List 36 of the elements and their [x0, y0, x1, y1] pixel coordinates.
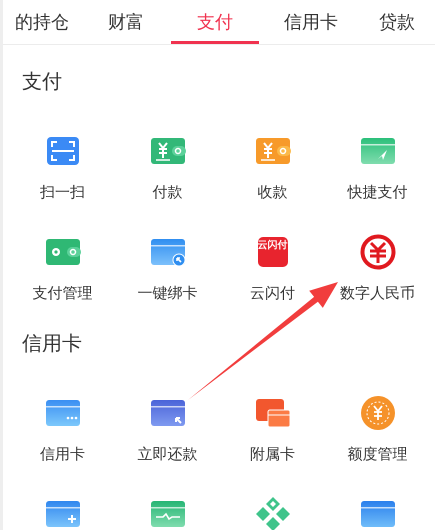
gear-wallet-icon[interactable]	[44, 238, 80, 266]
menu-item-label[interactable]: 快捷支付	[348, 182, 408, 202]
menu-item-label[interactable]: 收款	[258, 182, 288, 202]
diamond-grid-icon[interactable]	[254, 496, 290, 530]
menu-item-label[interactable]: 信用卡	[40, 444, 85, 464]
yuan-coin-icon[interactable]	[360, 395, 396, 431]
tab[interactable]: 支付	[171, 0, 259, 44]
card-send-icon[interactable]	[360, 137, 396, 165]
tab[interactable]: 信用卡	[259, 0, 363, 44]
stacked-cards-icon[interactable]	[254, 398, 290, 428]
menu-item-label[interactable]: 一键绑卡	[138, 283, 198, 303]
menu-item-label[interactable]: 额度管理	[348, 444, 408, 464]
menu-item-label[interactable]: 扫一扫	[40, 182, 85, 202]
card-icon[interactable]	[360, 500, 396, 528]
card-plus-icon[interactable]	[44, 500, 80, 528]
section-title: 信用卡	[22, 330, 82, 357]
menu-item-label[interactable]: 附属卡	[250, 444, 295, 464]
app-logo[interactable]: 云闪付	[258, 237, 288, 267]
menu-item-label[interactable]: 立即还款	[138, 444, 198, 464]
card-cursor-icon[interactable]	[150, 399, 186, 427]
logo-text: 云闪付	[258, 240, 288, 251]
tab[interactable]: 贷款	[363, 0, 431, 44]
card-wave-icon[interactable]	[150, 500, 186, 528]
menu-item-label[interactable]: 付款	[152, 182, 182, 202]
menu-item-label[interactable]: 支付管理	[32, 283, 92, 303]
scan-icon[interactable]	[46, 136, 80, 166]
card-icon[interactable]	[44, 399, 80, 427]
tab[interactable]: 的持仓	[3, 0, 81, 44]
section-title: 支付	[22, 68, 62, 95]
menu-item-label[interactable]: 云闪付	[250, 283, 295, 303]
card-cursor-icon[interactable]	[150, 238, 186, 266]
wallet-icon[interactable]	[254, 137, 290, 165]
digital-yuan-icon[interactable]	[360, 234, 396, 270]
menu-item-label[interactable]: 数字人民币	[340, 283, 415, 303]
tab[interactable]: 财富	[81, 0, 171, 44]
wallet-icon[interactable]	[150, 137, 186, 165]
